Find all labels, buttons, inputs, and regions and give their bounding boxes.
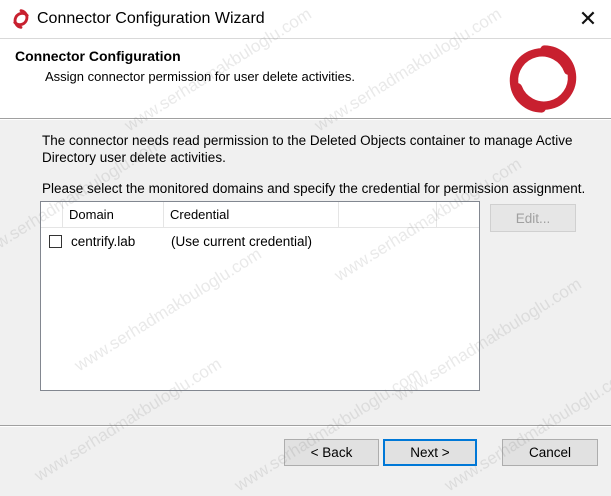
column-header-empty[interactable] (339, 202, 437, 227)
header-divider (0, 118, 611, 120)
wizard-header: Connector Configuration Assign connector… (0, 38, 611, 119)
instruction-text: Please select the monitored domains and … (42, 181, 586, 196)
close-icon: ✕ (578, 6, 598, 31)
back-button[interactable]: < Back (284, 439, 379, 466)
edit-button[interactable]: Edit... (490, 204, 576, 232)
close-button[interactable]: ✕ (565, 0, 611, 38)
next-button[interactable]: Next > (383, 439, 477, 466)
list-item[interactable]: centrify.lab (Use current credential) (41, 231, 479, 253)
window-title: Connector Configuration Wizard (37, 10, 265, 27)
page-title: Connector Configuration (15, 48, 181, 64)
column-header-credential[interactable]: Credential (164, 202, 339, 227)
footer-divider (0, 425, 611, 427)
page-subtitle: Assign connector permission for user del… (45, 69, 355, 84)
title-bar: Connector Configuration Wizard ✕ (0, 0, 611, 38)
description-text: The connector needs read permission to t… (42, 133, 573, 165)
centrify-logo-icon (13, 9, 29, 29)
column-header-domain[interactable]: Domain (63, 202, 164, 227)
domain-list[interactable]: Domain Credential centrify.lab (Use curr… (40, 201, 480, 391)
centrify-logo-icon (509, 45, 577, 113)
cancel-button[interactable]: Cancel (502, 439, 598, 466)
domain-name: centrify.lab (71, 234, 136, 249)
domain-checkbox[interactable] (49, 235, 62, 248)
credential-value: (Use current credential) (171, 234, 313, 249)
column-header-checkbox[interactable] (41, 202, 63, 227)
list-header: Domain Credential (41, 202, 479, 228)
